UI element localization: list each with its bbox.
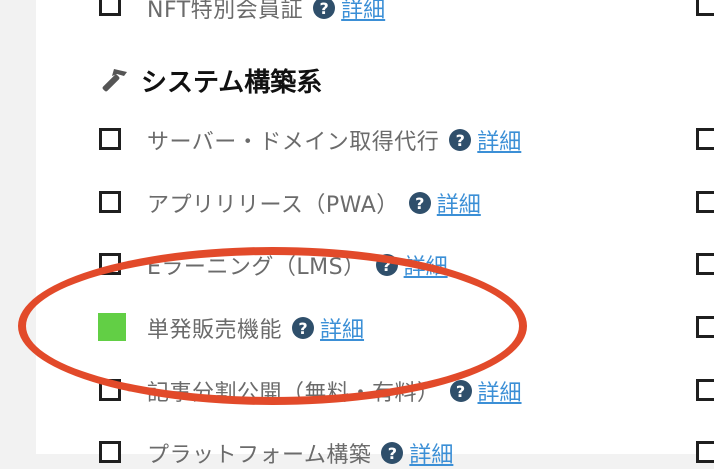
row-server-domain: サーバー・ドメイン取得代行 ? 詳細 (147, 124, 521, 156)
checkbox-right-column[interactable] (696, 441, 714, 463)
option-label: 単発販売機能 (147, 318, 283, 343)
option-label: 記事分割公開（無料・有料） (147, 381, 440, 406)
option-label: NFT特別会員証 (147, 0, 304, 23)
checkbox-right-column[interactable] (696, 253, 714, 275)
checkbox-app-release[interactable] (99, 191, 121, 213)
row-single-sale: 単発販売機能 ? 詳細 (147, 312, 364, 344)
checkbox-e-learning[interactable] (99, 253, 121, 275)
row-article-split: 記事分割公開（無料・有料） ? 詳細 (147, 375, 522, 407)
checkbox-nft-membership[interactable] (99, 0, 121, 16)
checkbox-server-domain[interactable] (99, 128, 121, 150)
checkbox-right-column[interactable] (696, 128, 714, 150)
detail-link[interactable]: 詳細 (478, 375, 522, 407)
help-icon[interactable]: ? (381, 442, 404, 464)
help-icon[interactable]: ? (313, 0, 336, 19)
checkbox-platform[interactable] (99, 441, 121, 463)
help-icon[interactable]: ? (408, 192, 431, 214)
row-nft-membership: NFT特別会員証 ? 詳細 (147, 0, 385, 24)
checkbox-article-split[interactable] (99, 379, 121, 401)
help-icon[interactable]: ? (449, 129, 472, 151)
row-app-release: アプリリリース（PWA） ? 詳細 (147, 187, 481, 219)
checkbox-right-column[interactable] (696, 316, 714, 338)
checkbox-right-column[interactable] (696, 379, 714, 401)
row-platform: プラットフォーム構築 ? 詳細 (147, 437, 453, 469)
detail-link[interactable]: 詳細 (409, 437, 453, 469)
checkbox-right-column[interactable] (696, 191, 714, 213)
help-icon[interactable]: ? (292, 317, 315, 339)
help-icon[interactable]: ? (375, 254, 398, 276)
row-e-learning: Eラーニング（LMS） ? 詳細 (147, 249, 448, 281)
detail-link[interactable]: 詳細 (437, 187, 481, 219)
option-label: Eラーニング（LMS） (147, 255, 366, 280)
detail-link[interactable]: 詳細 (404, 249, 448, 281)
detail-link[interactable]: 詳細 (341, 0, 385, 24)
option-label: アプリリリース（PWA） (147, 193, 399, 218)
checkbox-right-column[interactable] (696, 0, 714, 16)
option-label: プラットフォーム構築 (147, 443, 372, 468)
section-title-text: システム構築系 (141, 68, 323, 98)
detail-link[interactable]: 詳細 (477, 124, 521, 156)
help-icon[interactable]: ? (449, 380, 472, 402)
checkbox-single-sale[interactable] (98, 313, 126, 341)
detail-link[interactable]: 詳細 (320, 312, 364, 344)
section-title: システム構築系 (97, 62, 322, 99)
option-label: サーバー・ドメイン取得代行 (147, 130, 440, 155)
hammer-icon (102, 68, 127, 91)
